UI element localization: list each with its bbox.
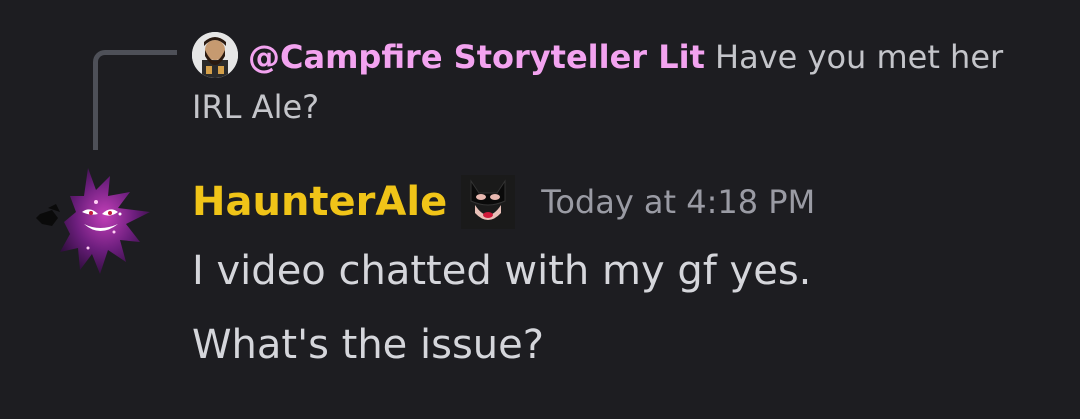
reply-mention[interactable]: @Campfire Storyteller Lit — [248, 38, 705, 76]
reply-spine — [93, 50, 177, 150]
reply-preview[interactable]: @Campfire Storyteller Lit Have you met h… — [192, 32, 1052, 132]
author-name[interactable]: HaunterAle — [192, 179, 447, 225]
catwoman-mask-icon[interactable] — [461, 175, 516, 229]
message-header: HaunterAle Today at 4:18 PM — [192, 172, 815, 232]
haunter-avatar-icon[interactable] — [30, 162, 160, 282]
reply-avatar-icon[interactable] — [192, 32, 238, 78]
message-line-1: I video chatted with my gf yes. — [192, 248, 812, 294]
chat-message: @Campfire Storyteller Lit Have you met h… — [0, 0, 1080, 419]
message-timestamp[interactable]: Today at 4:18 PM — [541, 183, 815, 221]
message-line-2: What's the issue? — [192, 322, 544, 368]
